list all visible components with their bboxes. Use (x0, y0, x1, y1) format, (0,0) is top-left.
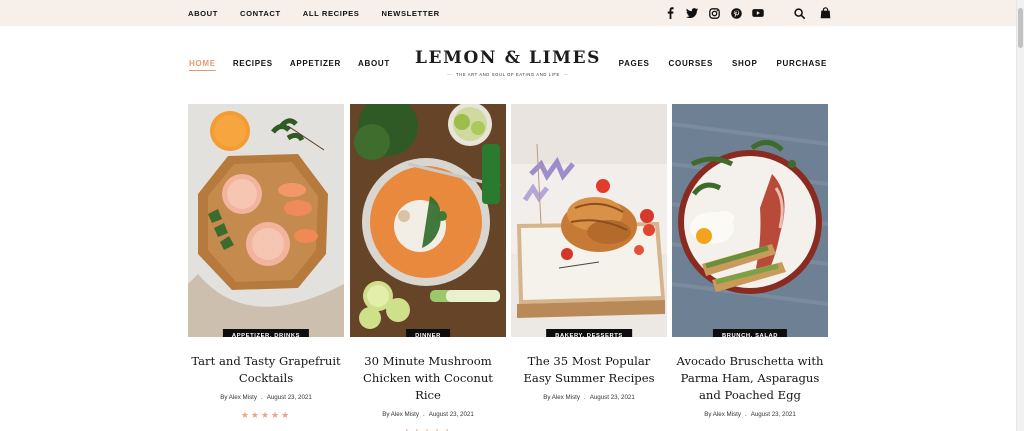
nav-pages[interactable]: PAGES (619, 59, 650, 68)
post-image-croissant[interactable]: BAKERY, DESSERTS (511, 104, 667, 337)
top-link-all-recipes[interactable]: ALL RECIPES (303, 9, 360, 18)
top-links: ABOUT CONTACT ALL RECIPES NEWSLETTER (188, 0, 462, 26)
instagram-icon[interactable] (708, 7, 720, 19)
nav-about[interactable]: ABOUT (358, 59, 390, 71)
category-badge[interactable]: BAKERY, DESSERTS (546, 329, 632, 337)
post-title[interactable]: The 35 Most Popular Easy Summer Recipes (511, 353, 667, 387)
post-grid: APPETIZER, DRINKS Tart and Tasty Grapefr… (188, 104, 828, 431)
nav-purchase[interactable]: PURCHASE (777, 59, 828, 68)
post-author[interactable]: By Alex Misty (220, 394, 257, 401)
post-date: August 23, 2021 (750, 411, 796, 418)
post-date: August 23, 2021 (266, 394, 312, 401)
top-link-newsletter[interactable]: NEWSLETTER (381, 9, 439, 18)
youtube-icon[interactable] (752, 7, 764, 19)
meta-separator: . (422, 411, 425, 418)
post-image-grapefruit[interactable]: APPETIZER, DRINKS (188, 104, 344, 337)
rating-stars: ★★★★★ (240, 410, 292, 420)
pinterest-icon[interactable] (730, 7, 742, 19)
post-date: August 23, 2021 (589, 394, 635, 401)
post-meta: By Alex Misty. August 23, 2021 (188, 394, 344, 401)
nav-appetizer[interactable]: APPETIZER (290, 59, 341, 71)
site-logo[interactable]: LEMON & LIMES THE ART AND SOUL OF EATING… (408, 48, 608, 77)
header-tools (793, 0, 831, 26)
nav-right: PAGES COURSES SHOP PURCHASE (600, 59, 827, 68)
site-tagline: THE ART AND SOUL OF EATING AND LIFE (408, 72, 608, 77)
twitter-icon[interactable] (686, 7, 698, 19)
post-author[interactable]: By Alex Misty (543, 394, 580, 401)
meta-separator: . (583, 394, 586, 401)
site-name: LEMON & LIMES (414, 48, 602, 68)
page-scrollbar[interactable] (1016, 0, 1024, 431)
main-navigation: HOME RECIPES APPETIZER ABOUT LEMON & LIM… (0, 26, 1016, 102)
post-meta: By Alex Misty. August 23, 2021 (511, 394, 667, 401)
top-bar: ABOUT CONTACT ALL RECIPES NEWSLETTER (0, 0, 1016, 26)
post-card[interactable]: BAKERY, DESSERTS The 35 Most Popular Eas… (511, 104, 667, 401)
nav-recipes[interactable]: RECIPES (233, 59, 273, 71)
post-author[interactable]: By Alex Misty (704, 411, 741, 418)
scrollbar-thumb[interactable] (1018, 8, 1023, 48)
post-meta: By Alex Misty. August 23, 2021 (672, 411, 828, 418)
post-card[interactable]: APPETIZER, DRINKS Tart and Tasty Grapefr… (188, 104, 344, 421)
category-badge[interactable]: APPETIZER, DRINKS (222, 329, 310, 337)
post-date: August 23, 2021 (428, 411, 474, 418)
post-image-avocado-bruschetta[interactable]: BRUNCH, SALAD (672, 104, 828, 337)
post-card[interactable]: DINNER 30 Minute Mushroom Chicken with C… (350, 104, 506, 431)
nav-home[interactable]: HOME (189, 59, 216, 71)
social-links (664, 0, 764, 26)
nav-shop[interactable]: SHOP (732, 59, 757, 68)
rating-stars: ★★★★★ (350, 427, 506, 431)
meta-separator: . (260, 394, 263, 401)
shopping-bag-icon[interactable] (819, 7, 831, 19)
post-image-mushroom-chicken[interactable]: DINNER (350, 104, 506, 337)
post-title[interactable]: 30 Minute Mushroom Chicken with Coconut … (350, 353, 506, 404)
post-title[interactable]: Avocado Bruschetta with Parma Ham, Aspar… (672, 353, 828, 404)
category-badge[interactable]: DINNER (406, 329, 450, 337)
post-title[interactable]: Tart and Tasty Grapefruit Cocktails (188, 353, 344, 387)
nav-courses[interactable]: COURSES (669, 59, 713, 68)
top-link-about[interactable]: ABOUT (188, 9, 218, 18)
nav-left: HOME RECIPES APPETIZER ABOUT (189, 59, 407, 71)
top-link-contact[interactable]: CONTACT (240, 9, 281, 18)
post-author[interactable]: By Alex Misty (382, 411, 419, 418)
facebook-icon[interactable] (664, 7, 676, 19)
meta-separator: . (744, 411, 747, 418)
post-meta: By Alex Misty. August 23, 2021 (350, 411, 506, 418)
post-card[interactable]: BRUNCH, SALAD Avocado Bruschetta with Pa… (672, 104, 828, 418)
category-badge[interactable]: BRUNCH, SALAD (712, 329, 788, 337)
search-icon[interactable] (793, 7, 805, 19)
